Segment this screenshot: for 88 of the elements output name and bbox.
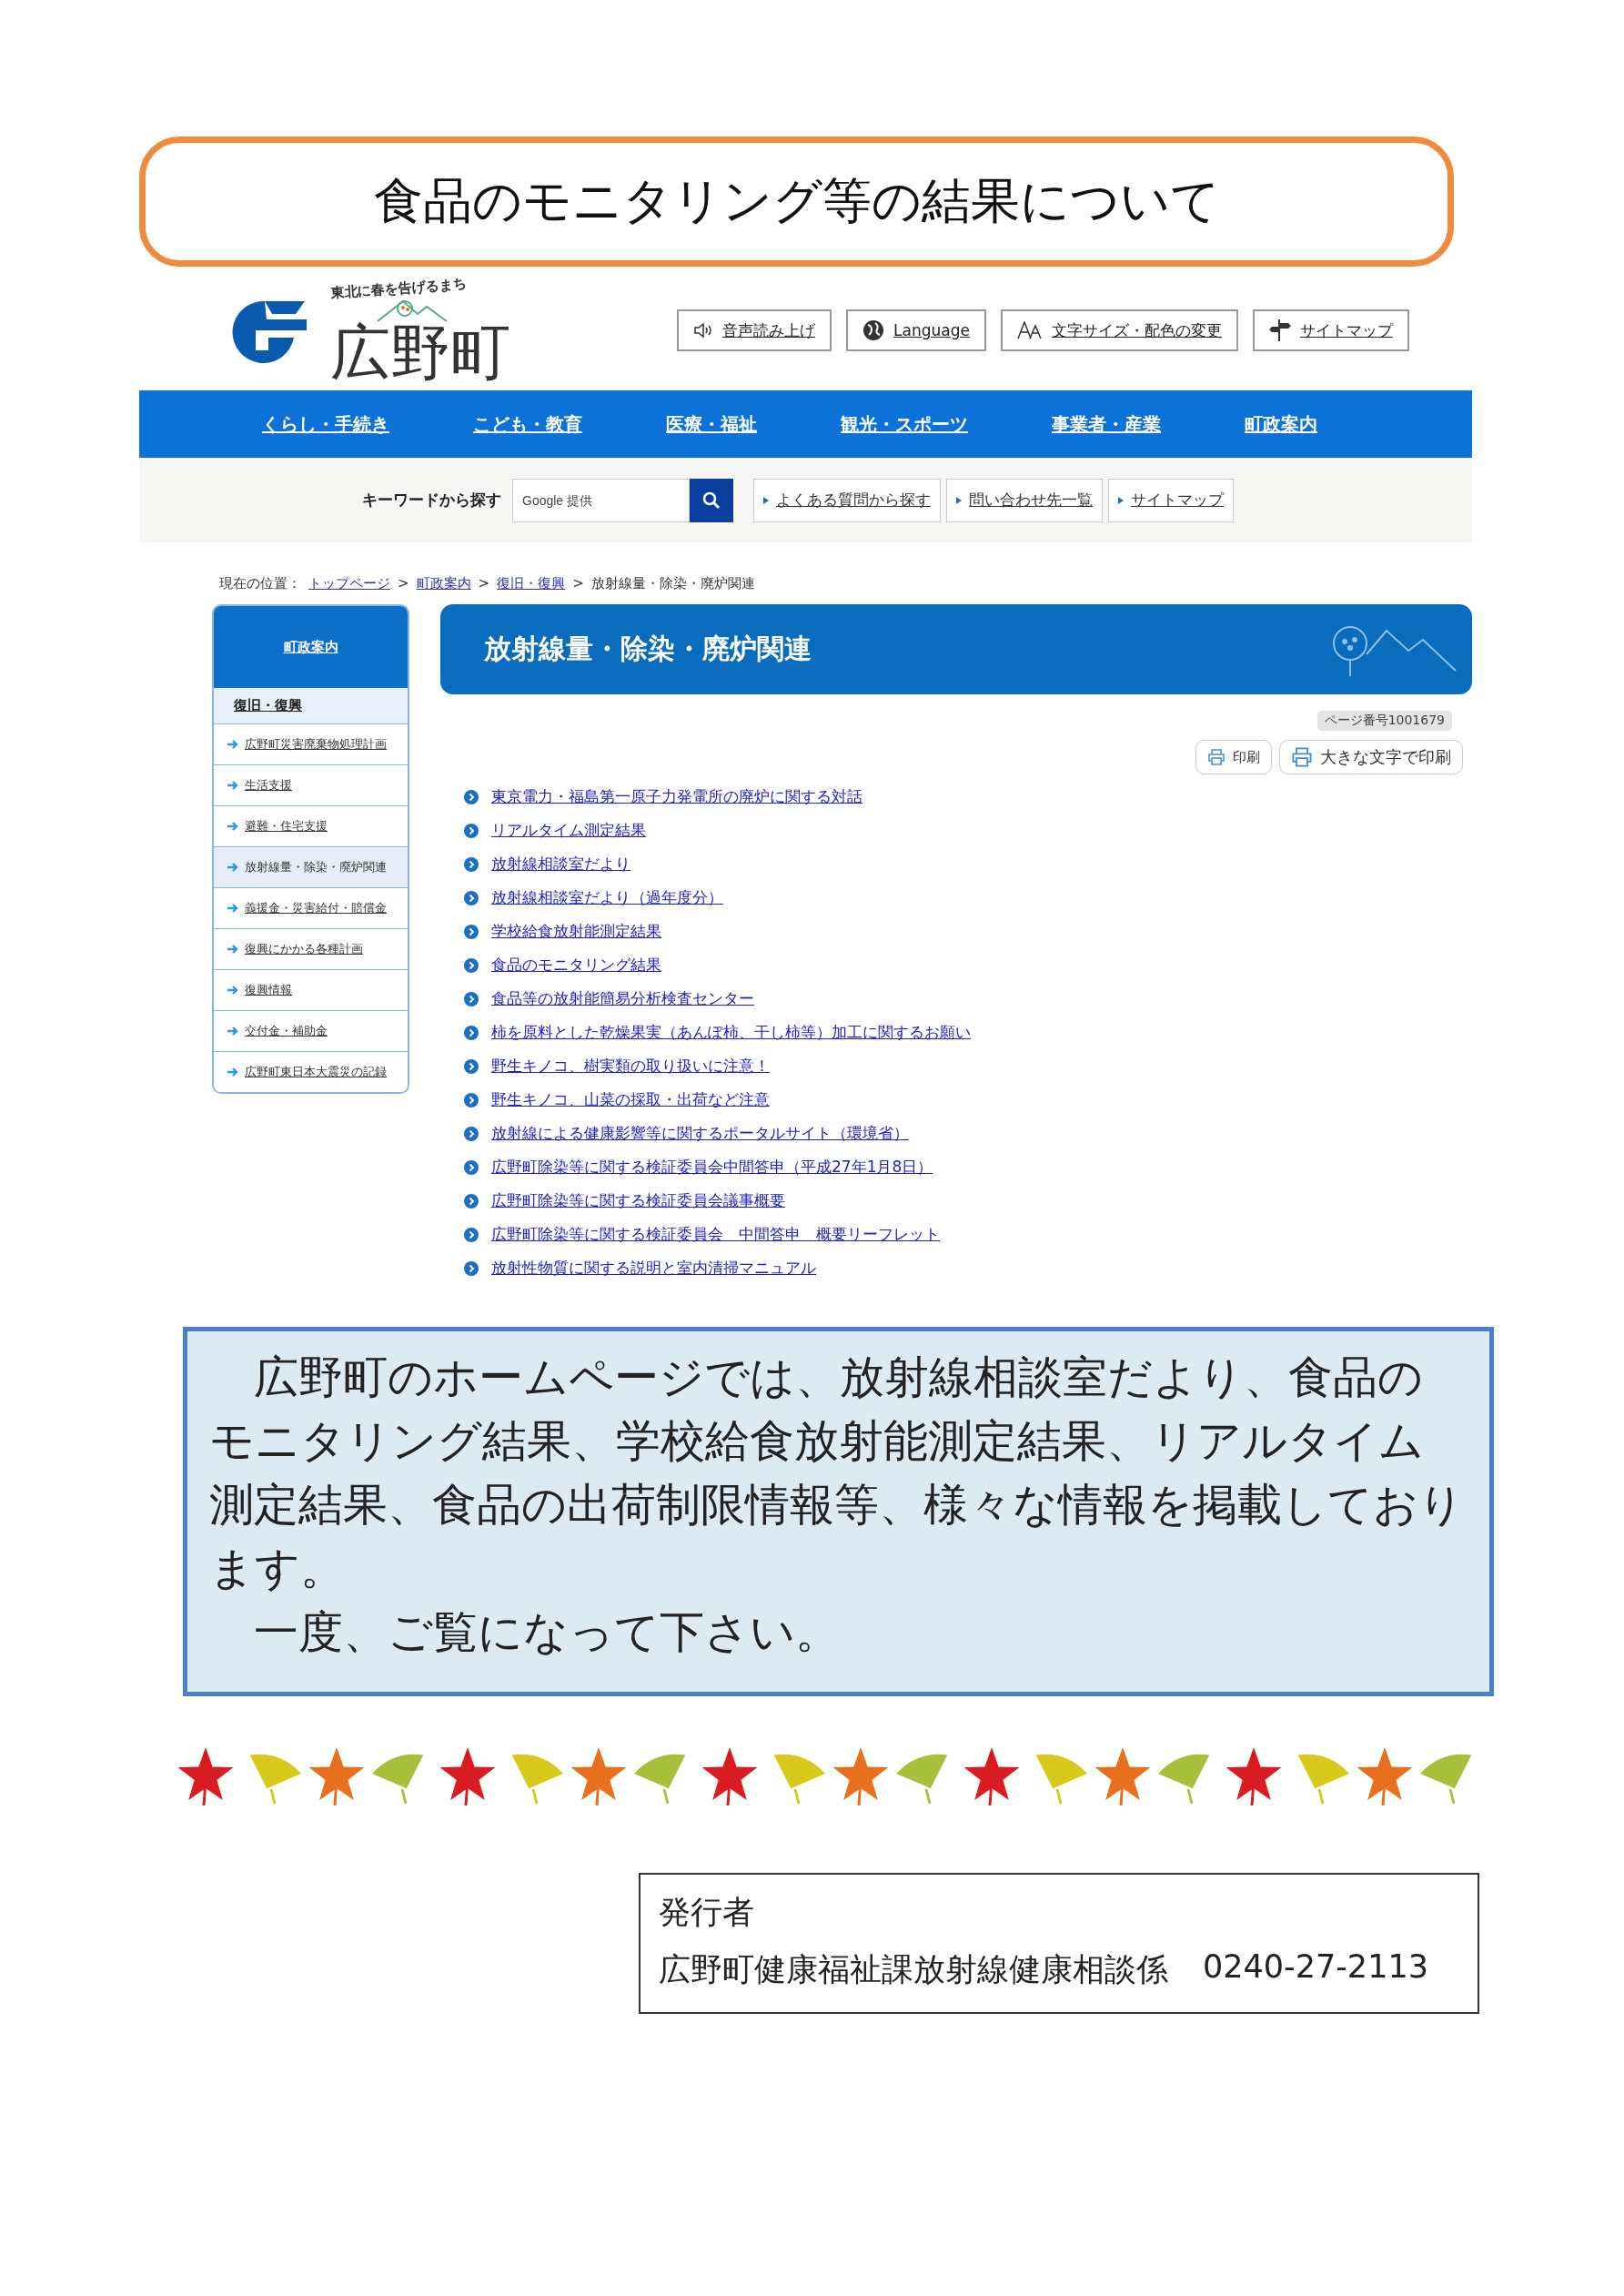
content-link[interactable]: 放射線による健康影響等に関するポータルサイト（環境省） <box>491 1123 909 1144</box>
quick-link[interactable]: 問い合わせ先一覧 <box>946 478 1103 522</box>
chevron-circle-icon <box>464 1193 479 1209</box>
arrow-icon <box>227 739 239 750</box>
chevron-circle-icon <box>464 1092 479 1108</box>
content-link[interactable]: 学校給食放射能測定結果 <box>491 921 661 942</box>
content-link[interactable]: 野生キノコ、山菜の採取・出荷など注意 <box>491 1089 770 1110</box>
chevron-circle-icon <box>464 991 479 1006</box>
publisher-department: 広野町健康福祉課放射線健康相談係 <box>659 1950 1168 1989</box>
chevron-circle-icon <box>464 823 479 838</box>
print-button[interactable]: 大きな文字で印刷 <box>1279 740 1463 774</box>
publisher-label: 発行者 <box>659 1893 755 1932</box>
triangle-icon <box>763 496 769 504</box>
font-size-icon <box>1016 321 1043 339</box>
signpost-icon <box>1268 319 1291 342</box>
speaker-icon <box>693 322 713 339</box>
content-link[interactable]: 放射性物質に関する説明と室内清掃マニュアル <box>491 1258 816 1279</box>
search-icon <box>702 491 721 510</box>
content-link[interactable]: 食品のモニタリング結果 <box>491 955 661 976</box>
page-number: ページ番号1001679 <box>1316 711 1452 731</box>
triangle-icon <box>956 496 962 504</box>
nav-link[interactable]: 事業者・産業 <box>1052 411 1161 437</box>
printer-icon <box>1207 748 1226 766</box>
triangle-icon <box>1118 496 1124 504</box>
nav-link[interactable]: こども・教育 <box>473 411 582 437</box>
content-link[interactable]: 広野町除染等に関する検証委員会中間答申（平成27年1月8日） <box>491 1157 933 1178</box>
chevron-circle-icon <box>464 856 479 872</box>
breadcrumb-link[interactable]: 町政案内 <box>416 574 471 592</box>
nav-link[interactable]: 観光・スポーツ <box>841 411 968 437</box>
notice-text: 一度、ご覧になって下さい。 <box>253 1605 841 1660</box>
content-link[interactable]: 放射線相談室だより <box>491 854 630 875</box>
arrow-icon <box>227 985 239 996</box>
arrow-icon <box>227 1026 239 1037</box>
globe-icon <box>862 319 884 341</box>
content-link[interactable]: 野生キノコ、樹実類の取り扱いに注意！ <box>491 1056 770 1077</box>
breadcrumb-separator: > <box>572 575 584 592</box>
breadcrumb-current: 放射線量・除染・廃炉関連 <box>590 574 755 592</box>
chevron-circle-icon <box>464 1126 479 1141</box>
page-heading: 放射線量・除染・廃炉関連 <box>484 632 812 666</box>
utility-button[interactable]: 音声読み上げ <box>677 309 832 351</box>
search-label: キーワードから探す <box>362 490 501 511</box>
quick-link[interactable]: よくある質問から探す <box>753 478 941 522</box>
breadcrumb-link[interactable]: トップページ <box>308 574 390 592</box>
chevron-circle-icon <box>464 1260 479 1276</box>
utility-button[interactable]: サイトマップ <box>1252 309 1409 351</box>
chevron-circle-icon <box>464 1159 479 1175</box>
arrow-icon <box>227 862 239 873</box>
sidebar-subheading[interactable]: 復旧・復興 <box>214 688 408 724</box>
content-link[interactable]: 東京電力・福島第一原子力発電所の廃炉に関する対話 <box>491 786 862 807</box>
notice-text: 広野町のホームページでは、放射線相談室だより、食品のモニタリング結果、学校給食放射能測定結果、リアルタイム測定結果、食品の出荷制限情報等、様々な情報を掲載しております。 <box>209 1350 1465 1596</box>
sidebar-heading[interactable]: 町政案内 <box>214 606 408 688</box>
search-button[interactable] <box>690 478 733 522</box>
printer-icon <box>1291 746 1313 768</box>
town-name: 広野町 <box>330 322 510 383</box>
arrow-icon <box>227 1067 239 1077</box>
utility-button[interactable]: Language <box>846 309 986 351</box>
content-link[interactable]: 柿を原料とした乾燥果実（あんぽ柿、干し柿等）加工に関するお願い <box>491 1022 971 1043</box>
chevron-circle-icon <box>464 957 479 973</box>
nav-link[interactable]: 町政案内 <box>1245 411 1317 437</box>
arrow-icon <box>227 780 239 791</box>
search-field[interactable]: Google 提供 <box>512 478 690 522</box>
content-link[interactable]: 広野町除染等に関する検証委員会議事概要 <box>491 1190 785 1211</box>
chevron-circle-icon <box>464 1025 479 1040</box>
town-tagline: 東北に春を告げるまち <box>329 273 469 302</box>
breadcrumb-separator: > <box>398 575 409 592</box>
chevron-circle-icon <box>464 1227 479 1242</box>
breadcrumb-label: 現在の位置： <box>219 574 301 592</box>
publisher-phone: 0240-27-2113 <box>1203 1948 1428 1987</box>
chevron-circle-icon <box>464 1058 479 1074</box>
quick-link[interactable]: サイトマップ <box>1108 478 1234 522</box>
content-link[interactable]: 広野町除染等に関する検証委員会 中間答申 概要リーフレット <box>491 1224 940 1245</box>
arrow-icon <box>227 903 239 914</box>
utility-button[interactable]: 文字サイズ・配色の変更 <box>1000 309 1238 351</box>
breadcrumb-separator: > <box>478 575 490 592</box>
nav-link[interactable]: 医療・福祉 <box>666 411 757 437</box>
print-button[interactable]: 印刷 <box>1195 740 1272 774</box>
sidebar-item[interactable]: 放射線量・除染・廃炉関連 <box>214 847 408 888</box>
content-link[interactable]: 食品等の放射能簡易分析検査センター <box>491 988 754 1009</box>
breadcrumb-link[interactable]: 復旧・復興 <box>497 574 566 592</box>
arrow-icon <box>227 821 239 832</box>
arrow-icon <box>227 944 239 955</box>
content-link[interactable]: 放射線相談室だより（過年度分） <box>491 887 723 908</box>
content-link[interactable]: リアルタイム測定結果 <box>491 820 646 841</box>
page-title: 食品のモニタリング等の結果について <box>139 137 1454 267</box>
nav-link[interactable]: くらし・手続き <box>262 411 389 437</box>
chevron-circle-icon <box>464 789 479 804</box>
chevron-circle-icon <box>464 890 479 905</box>
chevron-circle-icon <box>464 924 479 939</box>
